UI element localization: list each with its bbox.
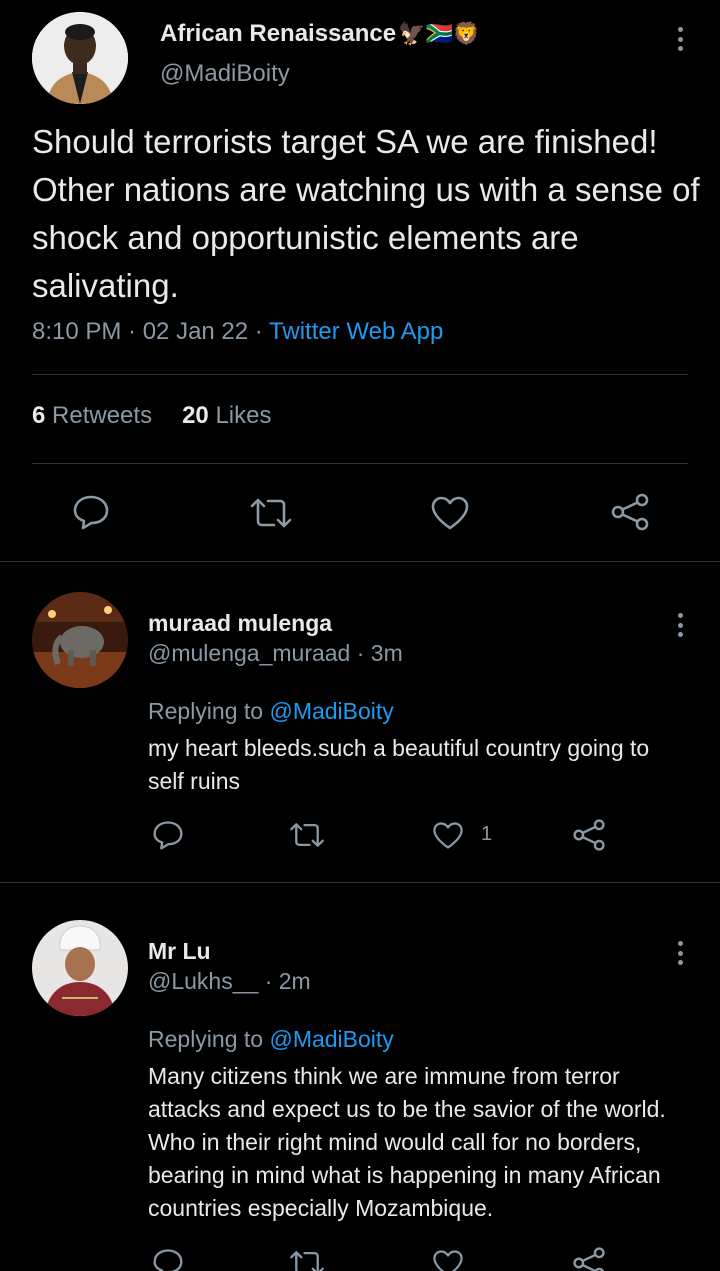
share-icon[interactable] [572,818,606,852]
main-tweet[interactable]: African Renaissance🦅🇿🇦🦁 @MadiBoity Shoul… [0,0,720,562]
author-name-text: African Renaissance [160,20,397,47]
retweets-count: 6 [32,402,46,429]
like-icon[interactable] [432,1249,464,1271]
more-options-icon[interactable] [670,24,690,54]
replying-to-mention[interactable]: @MadiBoity [269,698,393,724]
reply-avatar[interactable] [32,920,128,1016]
tweet-text: Should terrorists target SA we are finis… [32,123,700,304]
more-options-icon[interactable] [670,610,690,640]
tweet-timestamp[interactable]: 8:10 PM · 02 Jan 22 · [32,318,269,345]
replying-to-mention[interactable]: @MadiBoity [269,1026,393,1052]
author-avatar[interactable] [32,12,128,104]
divider [0,561,720,562]
replying-to: Replying to @MadiBoity [148,1026,394,1053]
reply-icon[interactable] [152,1248,184,1271]
divider [32,463,688,464]
likes-label: Likes [215,402,272,429]
author-name[interactable]: African Renaissance🦅🇿🇦🦁 [160,20,480,48]
retweet-icon[interactable] [288,1249,326,1271]
replying-to-prefix: Replying to [148,1026,270,1052]
share-icon[interactable] [610,492,650,532]
retweet-icon[interactable] [248,496,294,530]
divider [0,882,720,883]
tweet-stats: 6 Retweets 20 Likes [32,402,271,430]
retweets-stat[interactable]: 6 Retweets [32,402,152,429]
like-icon[interactable] [432,821,464,850]
reply-author-handle[interactable]: @Lukhs__ · 2m [148,968,311,995]
like-icon[interactable] [430,495,470,531]
reply-author-name[interactable]: muraad mulenga [148,610,332,637]
reply-icon[interactable] [152,820,184,850]
tweet-meta: 8:10 PM · 02 Jan 22 · Twitter Web App [32,318,443,346]
reply-author-name[interactable]: Mr Lu [148,938,211,965]
divider [32,374,688,375]
reply-avatar[interactable] [32,592,128,688]
author-handle[interactable]: @MadiBoity [160,60,290,88]
like-count: 1 [481,823,493,845]
reply-icon[interactable] [72,494,110,530]
share-icon[interactable] [572,1246,606,1271]
more-options-icon[interactable] [670,938,690,968]
reply-author-handle[interactable]: @mulenga_muraad · 3m [148,640,403,667]
reply-text: Many citizens think we are immune from t… [148,1063,666,1221]
tweet-thread-page: African Renaissance🦅🇿🇦🦁 @MadiBoity Shoul… [0,0,720,1271]
tweet-source-link[interactable]: Twitter Web App [269,318,443,345]
replying-to-prefix: Replying to [148,698,270,724]
likes-stat[interactable]: 20 Likes [182,402,271,429]
replying-to: Replying to @MadiBoity [148,698,394,725]
reply-text: my heart bleeds.such a beautiful country… [148,735,650,794]
likes-count: 20 [182,402,209,429]
author-emojis: 🦅🇿🇦🦁 [398,21,481,46]
retweets-label: Retweets [52,402,153,429]
retweet-icon[interactable] [288,821,326,849]
